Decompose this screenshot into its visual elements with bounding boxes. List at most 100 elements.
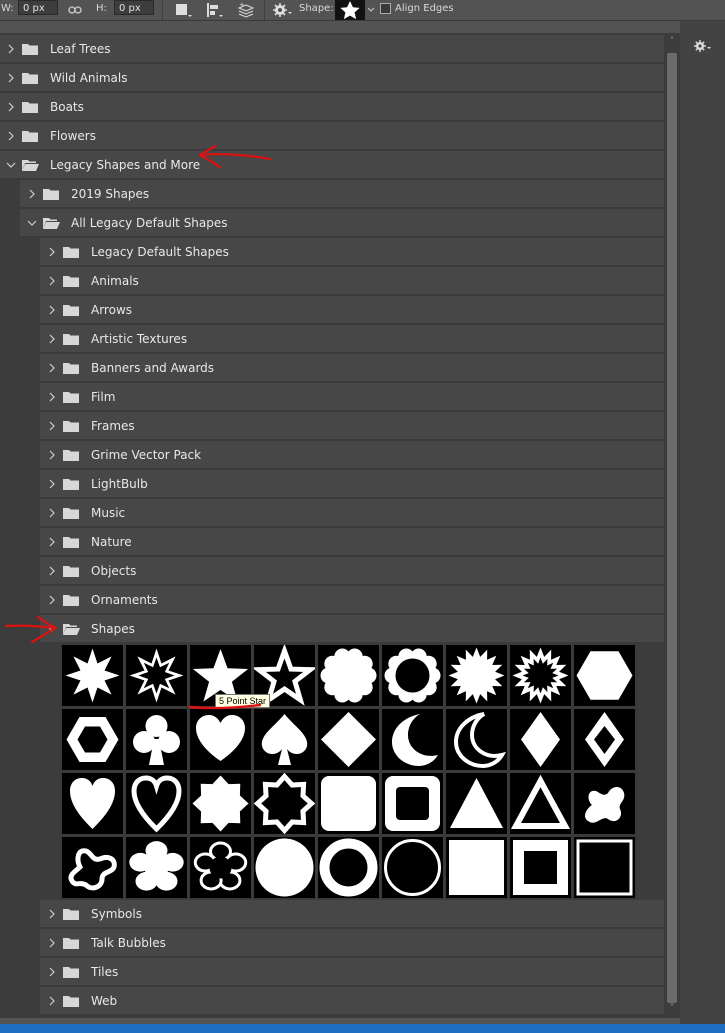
blob-outline-shape[interactable] bbox=[62, 837, 123, 898]
chevron-right-icon[interactable] bbox=[45, 332, 59, 346]
tree-folder-row[interactable]: Boats bbox=[0, 93, 664, 121]
diamond-card-shape[interactable] bbox=[510, 709, 571, 770]
tree-folder-row[interactable]: LightBulb bbox=[40, 470, 664, 498]
heart-shape[interactable] bbox=[62, 773, 123, 834]
chevron-right-icon[interactable] bbox=[45, 303, 59, 317]
circle-shape[interactable] bbox=[254, 837, 315, 898]
scrollbar[interactable]: ˄ ˅ bbox=[664, 33, 680, 1018]
flower-outline-shape[interactable] bbox=[190, 837, 251, 898]
tree-folder-row[interactable]: All Legacy Default Shapes bbox=[20, 209, 664, 237]
triangle-shape[interactable] bbox=[446, 773, 507, 834]
chevron-right-icon[interactable] bbox=[45, 477, 59, 491]
triangle-outline-shape[interactable] bbox=[510, 773, 571, 834]
chevron-right-icon[interactable] bbox=[25, 187, 39, 201]
flower-shape[interactable] bbox=[126, 837, 187, 898]
chevron-right-icon[interactable] bbox=[45, 994, 59, 1008]
panel-settings-gear-icon[interactable] bbox=[693, 38, 711, 57]
tree-folder-row[interactable]: Leaf Trees bbox=[0, 35, 664, 63]
scrollbar-thumb[interactable] bbox=[667, 53, 677, 1003]
diamond-card-outline-shape[interactable] bbox=[574, 709, 635, 770]
tree-folder-row[interactable]: Shapes bbox=[40, 615, 664, 643]
gear-icon[interactable] bbox=[270, 0, 294, 19]
hexagon-outline-shape[interactable] bbox=[62, 709, 123, 770]
spade-shape[interactable] bbox=[254, 709, 315, 770]
burst-16-shape[interactable] bbox=[446, 645, 507, 706]
scallop-outline-shape[interactable] bbox=[382, 645, 443, 706]
club-shape[interactable] bbox=[126, 709, 187, 770]
moon-shape[interactable] bbox=[382, 709, 443, 770]
chevron-down-icon[interactable] bbox=[4, 158, 18, 172]
scallop-shape[interactable] bbox=[318, 645, 379, 706]
tree-folder-row[interactable]: Talk Bubbles bbox=[40, 929, 664, 957]
tree-folder-row[interactable]: Music bbox=[40, 499, 664, 527]
square-outline-thin-shape[interactable] bbox=[574, 837, 635, 898]
tree-folder-row[interactable]: Artistic Textures bbox=[40, 325, 664, 353]
tree-folder-row[interactable]: Legacy Default Shapes bbox=[40, 238, 664, 266]
scroll-up-icon[interactable]: ˄ bbox=[667, 36, 677, 46]
chevron-right-icon[interactable] bbox=[45, 936, 59, 950]
path-arrangement-icon[interactable]: + bbox=[236, 0, 260, 19]
status-strip bbox=[0, 1024, 725, 1033]
chevron-right-icon[interactable] bbox=[45, 506, 59, 520]
chevron-right-icon[interactable] bbox=[4, 42, 18, 56]
chevron-right-icon[interactable] bbox=[45, 564, 59, 578]
chevron-right-icon[interactable] bbox=[45, 593, 59, 607]
heart-outline-shape[interactable] bbox=[126, 773, 187, 834]
diamond-shape[interactable] bbox=[318, 709, 379, 770]
chevron-down-icon[interactable] bbox=[366, 0, 376, 19]
tree-folder-row[interactable]: 2019 Shapes bbox=[20, 180, 664, 208]
tree-folder-row[interactable]: Objects bbox=[40, 557, 664, 585]
chevron-right-icon[interactable] bbox=[4, 129, 18, 143]
moon-outline-shape[interactable] bbox=[446, 709, 507, 770]
rounded-square-outline-shape[interactable] bbox=[382, 773, 443, 834]
chevron-right-icon[interactable] bbox=[45, 907, 59, 921]
tree-folder-row[interactable]: Wild Animals bbox=[0, 64, 664, 92]
circle-outline-thin-shape[interactable] bbox=[382, 837, 443, 898]
tree-folder-row[interactable]: Legacy Shapes and More bbox=[0, 151, 664, 179]
tree-folder-row[interactable]: Tiles bbox=[40, 958, 664, 986]
burst-8-shape[interactable] bbox=[62, 645, 123, 706]
tree-folder-row[interactable]: Symbols bbox=[40, 900, 664, 928]
tree-folder-row[interactable]: Nature bbox=[40, 528, 664, 556]
width-field[interactable]: 0 px bbox=[18, 0, 58, 15]
tree-folder-row[interactable]: Ornaments bbox=[40, 586, 664, 614]
circle-outline-thick-shape[interactable] bbox=[318, 837, 379, 898]
octagram-shape[interactable] bbox=[190, 773, 251, 834]
tree-folder-row[interactable]: Arrows bbox=[40, 296, 664, 324]
chevron-down-icon[interactable] bbox=[25, 216, 39, 230]
chevron-down-icon[interactable] bbox=[45, 622, 59, 636]
chevron-right-icon[interactable] bbox=[4, 71, 18, 85]
burst-8-outline-shape[interactable] bbox=[126, 645, 187, 706]
chevron-right-icon[interactable] bbox=[45, 965, 59, 979]
chevron-right-icon[interactable] bbox=[45, 390, 59, 404]
shape-picker-button[interactable] bbox=[335, 0, 365, 20]
tree-folder-row[interactable]: Film bbox=[40, 383, 664, 411]
tree-folder-row[interactable]: Grime Vector Pack bbox=[40, 441, 664, 469]
path-alignment-icon[interactable] bbox=[204, 0, 226, 19]
heart-card-shape[interactable] bbox=[190, 709, 251, 770]
chevron-right-icon[interactable] bbox=[45, 274, 59, 288]
chevron-right-icon[interactable] bbox=[45, 535, 59, 549]
square-outline-thick-shape[interactable] bbox=[510, 837, 571, 898]
hexagon-shape[interactable] bbox=[574, 645, 635, 706]
burst-16-outline-shape[interactable] bbox=[510, 645, 571, 706]
path-operations-icon[interactable] bbox=[172, 0, 194, 19]
square-shape[interactable] bbox=[446, 837, 507, 898]
chevron-right-icon[interactable] bbox=[45, 448, 59, 462]
tree-folder-row[interactable]: Web bbox=[40, 987, 664, 1015]
chevron-right-icon[interactable] bbox=[45, 419, 59, 433]
chevron-right-icon[interactable] bbox=[4, 100, 18, 114]
tree-folder-row[interactable]: Frames bbox=[40, 412, 664, 440]
tree-folder-row[interactable]: Animals bbox=[40, 267, 664, 295]
octagram-outline-shape[interactable] bbox=[254, 773, 315, 834]
rounded-square-shape[interactable] bbox=[318, 773, 379, 834]
blob-shape[interactable] bbox=[574, 773, 635, 834]
tree-folder-row[interactable]: Banners and Awards bbox=[40, 354, 664, 382]
chevron-right-icon[interactable] bbox=[45, 361, 59, 375]
tree-folder-row[interactable]: Flowers bbox=[0, 122, 664, 150]
scroll-down-icon[interactable]: ˅ bbox=[667, 1003, 677, 1013]
link-icon[interactable] bbox=[66, 0, 84, 19]
height-field[interactable]: 0 px bbox=[114, 0, 154, 15]
chevron-right-icon[interactable] bbox=[45, 245, 59, 259]
align-edges-checkbox[interactable] bbox=[380, 3, 391, 14]
